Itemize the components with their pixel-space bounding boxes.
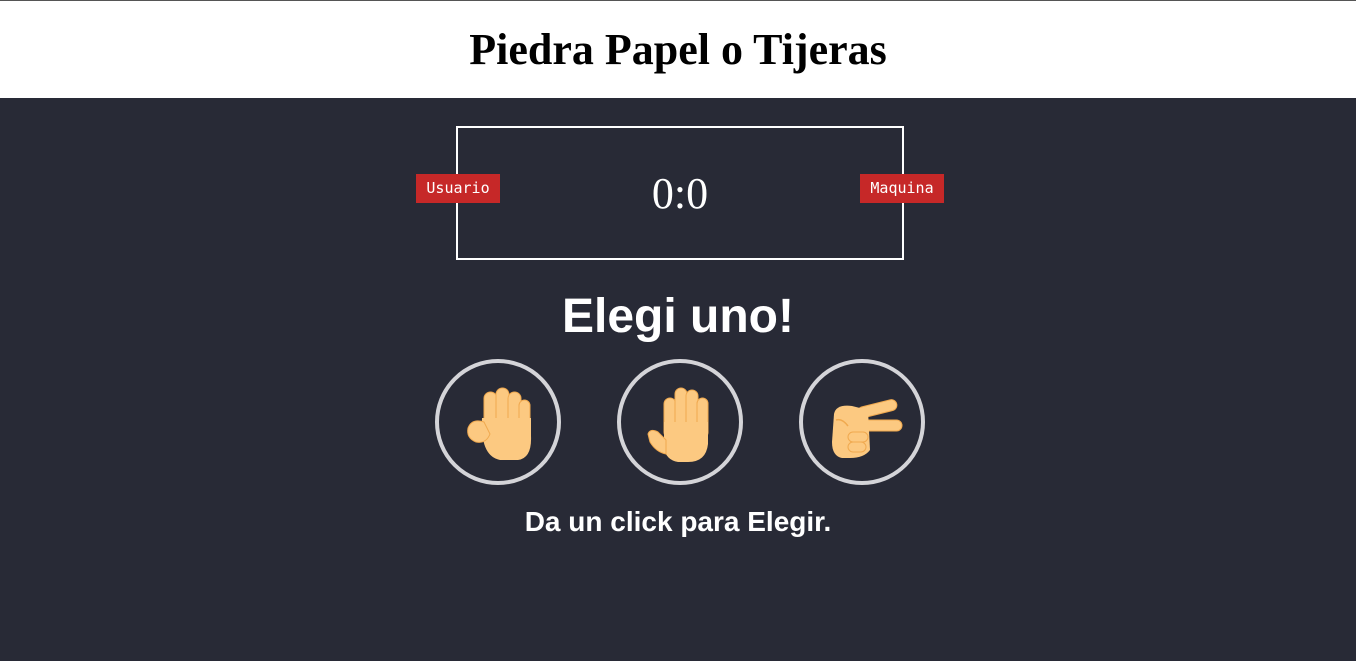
raised-hand-icon bbox=[647, 387, 709, 462]
machine-badge: Maquina bbox=[860, 174, 944, 203]
victory-hand-icon bbox=[832, 399, 903, 458]
rock-button[interactable] bbox=[435, 359, 561, 485]
user-badge: Usuario bbox=[416, 174, 500, 203]
score-display: 0:0 bbox=[651, 169, 709, 218]
page-title: Piedra Papel o Tijeras bbox=[469, 25, 887, 74]
paper-button[interactable] bbox=[617, 359, 743, 485]
choose-title: Elegi uno! bbox=[562, 290, 794, 343]
scoreboard: 0:0 bbox=[456, 126, 904, 260]
raised-fist-icon bbox=[467, 387, 532, 460]
page-header: Piedra Papel o Tijeras bbox=[0, 0, 1356, 98]
instruction-text: Da un click para Elegir. bbox=[524, 506, 832, 537]
scissors-button[interactable] bbox=[799, 359, 925, 485]
